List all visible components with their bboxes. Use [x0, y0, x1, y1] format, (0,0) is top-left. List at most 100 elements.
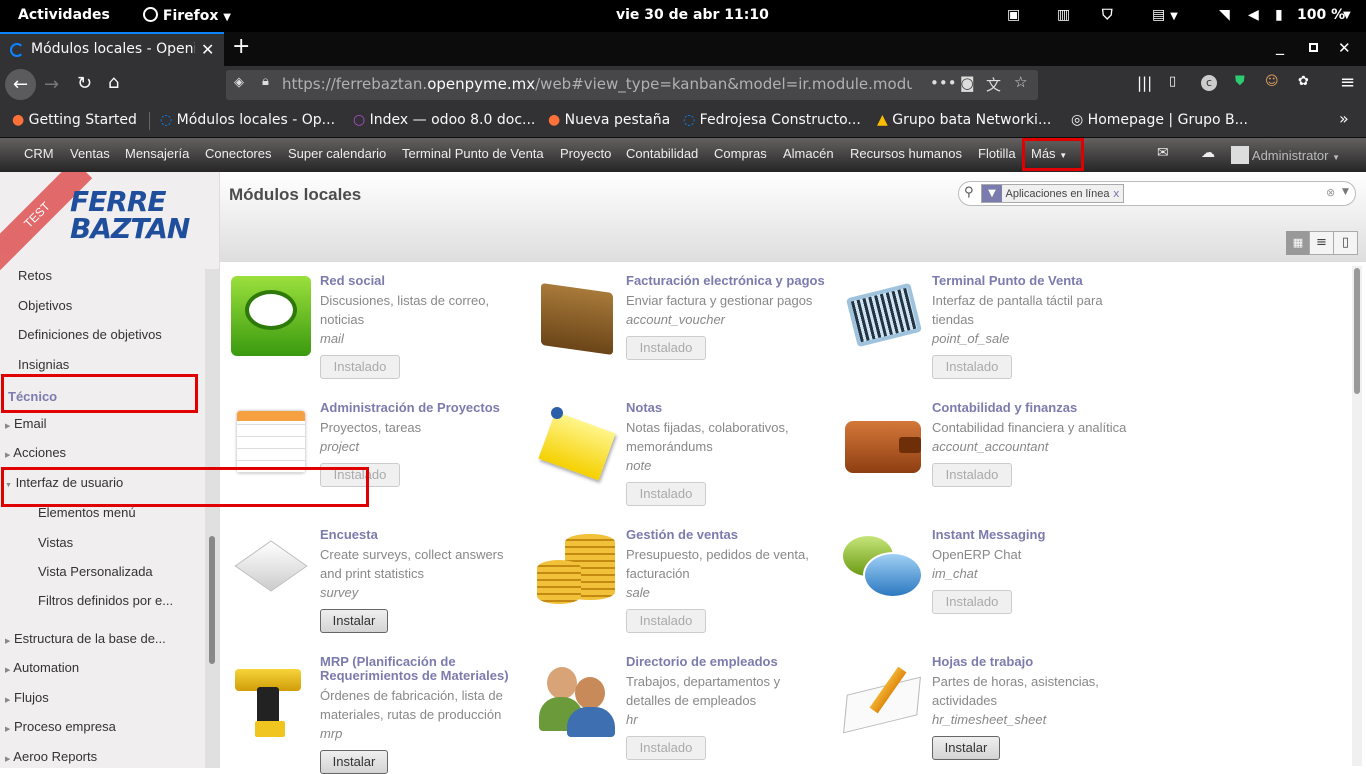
menu-mensajeria[interactable]: Mensajería — [125, 146, 189, 161]
kanban-view-icon[interactable]: ▦ — [1286, 231, 1310, 255]
hamburger-menu-icon[interactable]: ≡ — [1340, 72, 1355, 93]
menu-item-elementos-menu[interactable]: Elementos menú — [38, 505, 136, 520]
content-scrollbar-thumb[interactable] — [1354, 268, 1360, 394]
search-box[interactable]: ⚲ ▼ Aplicaciones en línea x ⊗ ▼ — [958, 181, 1356, 206]
volume-icon[interactable]: ◀ — [1248, 7, 1259, 23]
mail-icon[interactable]: ✉ — [1157, 145, 1169, 161]
module-card-instant-messaging[interactable]: Instant Messaging OpenERP Chat im_chat I… — [832, 516, 1132, 636]
user-menu[interactable]: Administrator ▼ — [1231, 146, 1340, 164]
module-card-mrp[interactable]: MRP (Planificación de Requerimientos de … — [220, 643, 520, 774]
list-view-icon[interactable]: ≡ — [1309, 231, 1334, 255]
extension-c-icon[interactable]: c — [1201, 75, 1217, 91]
address-bar[interactable]: ◈ 🔒︎ https://ferrebaztan.openpyme.mx/web… — [226, 70, 1038, 100]
wifi-icon[interactable]: ◥ — [1219, 7, 1230, 23]
menu-super-calendario[interactable]: Super calendario — [288, 146, 386, 161]
maximize-window-icon[interactable] — [1309, 43, 1318, 52]
page-actions-icon[interactable]: ••• — [930, 74, 957, 92]
menu-conectores[interactable]: Conectores — [205, 146, 271, 161]
module-name[interactable]: Administración de Proyectos — [320, 401, 520, 415]
install-button[interactable]: Instalar — [320, 609, 388, 633]
clear-search-icon[interactable]: ⊗ — [1326, 186, 1335, 199]
tab-modulos-locales[interactable]: Módulos locales - Openi ✕ — [0, 32, 224, 66]
bookmark-homepage[interactable]: ◎ Homepage | Grupo B... — [1071, 112, 1248, 128]
bookmark-getting-started[interactable]: ● Getting Started — [12, 112, 137, 128]
bookmark-modulos-locales[interactable]: ◌ Módulos locales - Op... — [160, 112, 335, 128]
module-name[interactable]: Red social — [320, 274, 520, 288]
extension-user-icon[interactable]: ☺ — [1265, 74, 1279, 89]
module-name[interactable]: Instant Messaging — [932, 528, 1132, 542]
monitor-icon[interactable]: ▥ — [1057, 7, 1070, 23]
module-name[interactable]: Contabilidad y finanzas — [932, 401, 1132, 415]
translate-icon[interactable]: 文 — [986, 74, 1001, 95]
forward-button[interactable]: → — [44, 74, 59, 95]
back-button[interactable]: ← — [5, 69, 36, 100]
bookmark-index-odoo[interactable]: ○ Index — odoo 8.0 doc... — [353, 112, 535, 128]
new-tab-button[interactable]: + — [232, 34, 250, 59]
extension-paw-icon[interactable]: ✿ — [1298, 74, 1309, 89]
menu-item-vista-personalizada[interactable]: Vista Personalizada — [38, 564, 153, 579]
sidebar-icon[interactable]: ▯ — [1169, 74, 1176, 89]
menu-contabilidad[interactable]: Contabilidad — [626, 146, 698, 161]
screen-icon[interactable]: ▣ — [1007, 7, 1020, 23]
module-name[interactable]: Gestión de ventas — [626, 528, 826, 542]
module-name[interactable]: Encuesta — [320, 528, 520, 542]
sidebar-scrollbar[interactable] — [205, 269, 219, 768]
menu-flotilla[interactable]: Flotilla — [978, 146, 1016, 161]
form-view-icon[interactable]: ▯ — [1333, 231, 1358, 255]
menu-item-proceso-empresa[interactable]: ▶ Proceso empresa — [5, 719, 116, 734]
battery-icon[interactable]: ▮ — [1275, 7, 1283, 23]
install-button[interactable]: Instalar — [320, 750, 388, 774]
menu-item-insignias[interactable]: Insignias — [18, 357, 69, 372]
menu-item-retos[interactable]: Retos — [18, 268, 52, 283]
module-card-red-social[interactable]: Red social Discusiones, listas de correo… — [220, 262, 520, 382]
menu-terminal-punto-de-venta[interactable]: Terminal Punto de Venta — [402, 146, 544, 161]
close-window-icon[interactable]: ✕ — [1338, 39, 1351, 57]
menu-compras[interactable]: Compras — [714, 146, 767, 161]
module-name[interactable]: MRP (Planificación de Requerimientos de … — [320, 655, 520, 683]
module-name[interactable]: Directorio de empleados — [626, 655, 826, 669]
menu-crm[interactable]: CRM — [24, 146, 54, 161]
module-card-terminal-punto-venta[interactable]: Terminal Punto de Venta Interfaz de pant… — [832, 262, 1132, 382]
search-options-chevron-icon[interactable]: ▼ — [1342, 187, 1349, 197]
module-name[interactable]: Notas — [626, 401, 826, 415]
menu-proyecto[interactable]: Proyecto — [560, 146, 611, 161]
sidebar-scrollbar-thumb[interactable] — [209, 536, 215, 664]
module-name[interactable]: Hojas de trabajo — [932, 655, 1132, 669]
library-icon[interactable]: ||| — [1137, 74, 1152, 92]
bookmark-star-icon[interactable]: ☆ — [1014, 73, 1027, 91]
system-menu-chevron-icon[interactable]: ▼ — [1343, 10, 1351, 21]
menu-item-vistas[interactable]: Vistas — [38, 535, 73, 550]
more-bookmarks-icon[interactable]: » — [1339, 109, 1349, 128]
menu-item-aeroo-reports[interactable]: ▶ Aeroo Reports — [5, 749, 97, 764]
bookmark-fedrojesa[interactable]: ◌ Fedrojesa Constructo... — [683, 112, 861, 128]
module-card-contabilidad[interactable]: Contabilidad y finanzas Contabilidad fin… — [832, 389, 1132, 509]
minimize-window-icon[interactable]: _ — [1276, 36, 1284, 55]
menu-ventas[interactable]: Ventas — [70, 146, 110, 161]
close-tab-icon[interactable]: ✕ — [201, 40, 214, 59]
menu-almacen[interactable]: Almacén — [783, 146, 834, 161]
module-card-hojas-trabajo[interactable]: Hojas de trabajo Partes de horas, asiste… — [832, 643, 1132, 763]
lock-icon[interactable]: 🔒︎ — [262, 74, 269, 89]
extension-shield-icon[interactable]: ⛊ — [1235, 74, 1245, 89]
module-card-ventas[interactable]: Gestión de ventas Presupuesto, pedidos d… — [526, 516, 826, 636]
clipboard-icon[interactable]: ▤ ▼ — [1152, 7, 1178, 23]
module-name[interactable]: Terminal Punto de Venta — [932, 274, 1132, 288]
menu-item-automation[interactable]: ▶ Automation — [5, 660, 79, 675]
module-card-facturacion[interactable]: Facturación electrónica y pagos Enviar f… — [526, 262, 826, 382]
menu-item-definiciones-objetivos[interactable]: Definiciones de objetivos — [18, 327, 162, 342]
home-icon[interactable]: ⌂ — [108, 72, 119, 93]
reload-icon[interactable]: ↻ — [77, 73, 92, 94]
menu-item-objetivos[interactable]: Objetivos — [18, 298, 72, 313]
clock[interactable]: vie 30 de abr 11:10 — [616, 7, 769, 23]
bookmark-grupo-bata[interactable]: ▲ Grupo bata Networki... — [877, 112, 1051, 128]
menu-item-acciones[interactable]: ▶ Acciones — [5, 445, 66, 460]
tracking-protection-icon[interactable]: ◈ — [234, 75, 244, 90]
remove-facet-icon[interactable]: x — [1113, 187, 1120, 200]
module-card-notas[interactable]: Notas Notas fijadas, colaborativos, memo… — [526, 389, 826, 509]
menu-item-estructura-bd[interactable]: ▶ Estructura de la base de... — [5, 631, 166, 646]
app-menu[interactable]: Firefox ▼ — [143, 7, 231, 24]
search-facet[interactable]: ▼ Aplicaciones en línea x — [981, 184, 1125, 203]
module-card-empleados[interactable]: Directorio de empleados Trabajos, depart… — [526, 643, 826, 763]
install-button[interactable]: Instalar — [932, 736, 1000, 760]
menu-item-flujos[interactable]: ▶ Flujos — [5, 690, 49, 705]
